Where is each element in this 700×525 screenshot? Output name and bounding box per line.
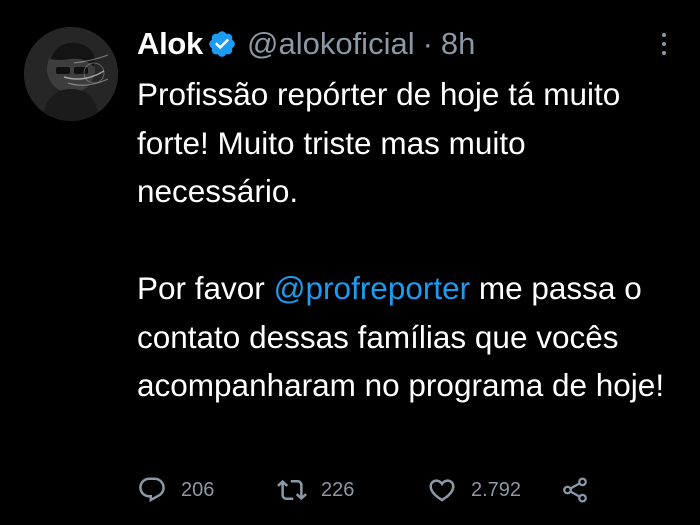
tweet-text: Profissão repórter de hoje tá muito fort…	[137, 70, 682, 410]
separator: ·	[422, 26, 433, 61]
share-icon	[560, 475, 590, 505]
reply-icon	[137, 475, 167, 505]
tweet-header: Alok @alokoficial · 8h	[137, 22, 475, 66]
share-button[interactable]	[560, 475, 590, 505]
tweet-actions: 206 226 2.792	[137, 470, 590, 510]
author-handle[interactable]: @alokoficial	[247, 26, 415, 62]
like-icon	[427, 475, 457, 505]
author-name[interactable]: Alok	[137, 26, 203, 62]
reply-button[interactable]: 206	[137, 475, 277, 505]
mention-link[interactable]: @profreporter	[274, 270, 471, 306]
like-count: 2.792	[471, 478, 522, 501]
more-options-icon[interactable]	[654, 28, 674, 60]
like-button[interactable]: 2.792	[427, 475, 560, 505]
retweet-button[interactable]: 226	[277, 475, 427, 505]
avatar[interactable]	[24, 27, 118, 121]
tweet[interactable]: Alok @alokoficial · 8h Profissão repórte…	[0, 0, 700, 525]
retweet-count: 226	[321, 478, 355, 501]
tweet-paragraph: Profissão repórter de hoje tá muito fort…	[137, 76, 621, 209]
timestamp[interactable]: 8h	[441, 26, 475, 62]
verified-badge-icon	[207, 29, 237, 59]
tweet-text-fragment: Por favor	[137, 270, 274, 306]
reply-count: 206	[181, 478, 215, 501]
tweet-paragraph: Por favor @profreporter me passa o conta…	[137, 264, 682, 410]
retweet-icon	[277, 475, 307, 505]
